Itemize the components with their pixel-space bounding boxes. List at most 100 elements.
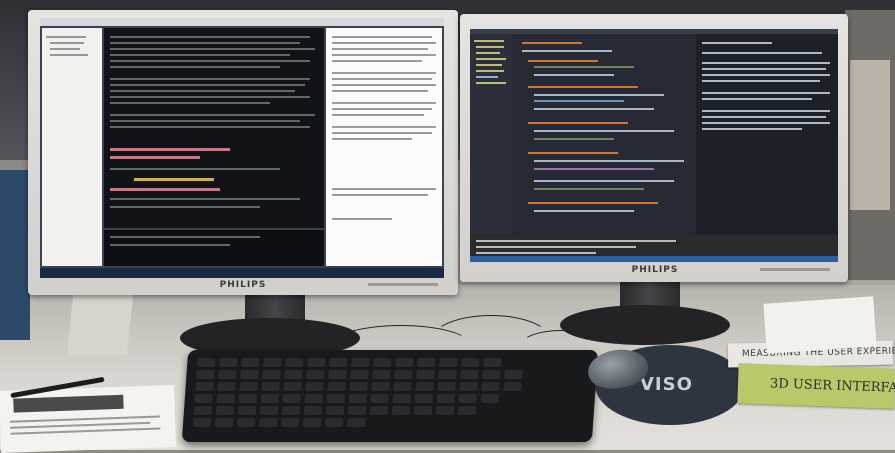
left-monitor: PHILIPS [28, 10, 458, 295]
keyboard-key [285, 358, 304, 367]
keyboard-key [392, 394, 412, 403]
keyboard-key [197, 358, 216, 367]
keyboard-key [219, 358, 238, 367]
paper-stack-left [66, 295, 134, 355]
keyboard-key [218, 370, 237, 379]
keyboard-key [372, 370, 391, 379]
keyboard-key [417, 358, 436, 367]
run-console-panel [470, 236, 838, 256]
left-taskbar [40, 268, 444, 278]
mousepad-logo: VISO [640, 374, 693, 395]
right-monitor-screen [470, 22, 838, 262]
keyboard-key [437, 382, 456, 391]
keyboard-key [259, 406, 279, 415]
keyboard-key [369, 406, 389, 415]
right-monitor-brand: PHILIPS [631, 265, 679, 275]
keyboard-key [239, 382, 258, 391]
keyboard-key [303, 406, 323, 415]
keyboard-key [435, 406, 455, 415]
keyboard-key [281, 406, 301, 415]
latex-editor-panel [104, 28, 324, 228]
keyboard-key [282, 394, 302, 403]
keyboard-key [216, 394, 236, 403]
right-titlebar [470, 22, 838, 29]
left-monitor-brand: PHILIPS [219, 280, 267, 290]
keyboard-key [284, 370, 303, 379]
desk-phone [0, 170, 30, 340]
keyboard-key [215, 406, 235, 415]
keyboard-key [461, 358, 480, 367]
keyboard-key [307, 358, 326, 367]
office-desk-photo: PHILIPS PHILIPS VISO MEASURING THE USER … [0, 0, 895, 453]
keyboard-key [457, 406, 477, 415]
keyboard-key [240, 370, 259, 379]
keyboard-key [458, 394, 478, 403]
keyboard-key [350, 370, 369, 379]
keyboard-key [326, 394, 346, 403]
keyboard-key [325, 406, 345, 415]
pdf-preview-panel [326, 28, 442, 266]
keyboard [181, 350, 599, 442]
book-title: 3D USER INTERFACES [769, 376, 895, 397]
left-monitor-screen [40, 18, 444, 278]
project-tree-panel [470, 34, 512, 234]
keyboard-key [196, 370, 215, 379]
keyboard-key [304, 394, 324, 403]
keyboard-key [194, 394, 214, 403]
keyboard-key [217, 382, 236, 391]
keyboard-key [192, 418, 212, 427]
keyboard-key [347, 406, 367, 415]
keyboard-key [482, 370, 501, 379]
loose-papers-right [763, 296, 877, 354]
keyboard-key [459, 382, 478, 391]
keyboard-key [241, 358, 260, 367]
keyboard-key [481, 382, 500, 391]
keyboard-key [348, 394, 368, 403]
keyboard-key [263, 358, 282, 367]
license-text-panel [696, 34, 838, 234]
keyboard-key [346, 418, 366, 427]
keyboard-key [195, 382, 214, 391]
keyboard-key [438, 370, 457, 379]
keyboard-key [306, 370, 325, 379]
left-monitor-buttons [368, 283, 438, 286]
keyboard-key [349, 382, 368, 391]
keyboard-key [370, 394, 390, 403]
keyboard-key [391, 406, 411, 415]
keyboard-key [236, 418, 256, 427]
keyboard-key [283, 382, 302, 391]
keyboard-key [324, 418, 344, 427]
keyboard-key [371, 382, 390, 391]
right-monitor: PHILIPS [460, 14, 848, 282]
keyboard-key [262, 370, 281, 379]
ide-status-bar [470, 256, 838, 262]
keyboard-key [258, 418, 278, 427]
keyboard-key [238, 394, 258, 403]
keyboard-key [416, 370, 435, 379]
keyboard-key [436, 394, 456, 403]
keyboard-key [328, 370, 347, 379]
keyboard-key [261, 382, 280, 391]
keyboard-key [329, 358, 348, 367]
keyboard-key [503, 382, 522, 391]
keyboard-key [280, 418, 300, 427]
keyboard-key [395, 358, 414, 367]
keyboard-key [214, 418, 234, 427]
keyboard-key [193, 406, 213, 415]
keyboard-key [393, 382, 412, 391]
keyboard-key [460, 370, 479, 379]
keyboard-key [373, 358, 392, 367]
shelf-folder [850, 60, 890, 210]
keyboard-key [504, 370, 523, 379]
left-titlebar [40, 18, 444, 26]
keyboard-key [414, 394, 434, 403]
keyboard-key [260, 394, 280, 403]
keyboard-key [415, 382, 434, 391]
keyboard-key [237, 406, 257, 415]
code-editor-panel [514, 34, 694, 234]
keyboard-key [305, 382, 324, 391]
console-panel [104, 230, 324, 266]
book-3d-user-interfaces: 3D USER INTERFACES [737, 363, 895, 409]
keyboard-key [302, 418, 322, 427]
file-tree-panel [42, 28, 102, 266]
